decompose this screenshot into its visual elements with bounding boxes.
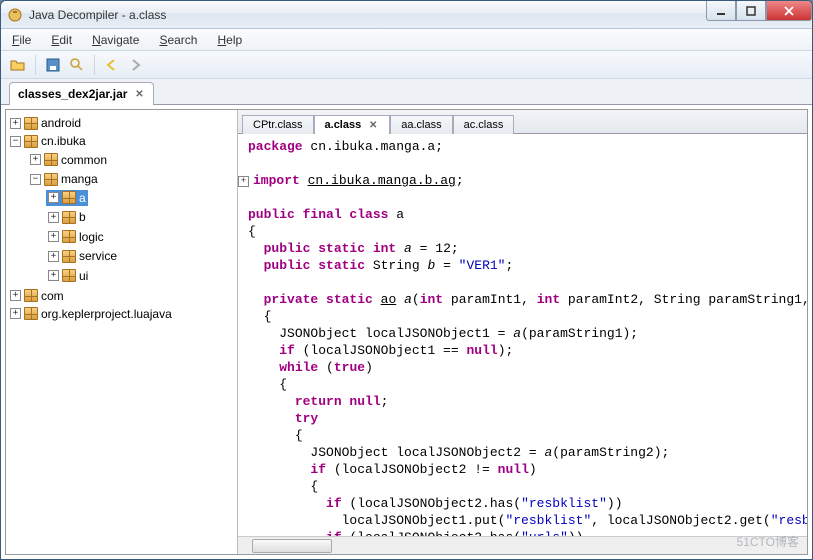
tree-node-service[interactable]: service [79,249,117,263]
window-title: Java Decompiler - a.class [29,8,806,22]
package-icon [44,173,58,186]
package-icon [62,191,76,204]
menu-navigate[interactable]: Navigate [89,31,142,49]
menubar: File Edit Navigate Search Help [1,29,812,51]
package-icon [24,117,38,130]
save-button[interactable] [42,54,64,76]
menu-edit[interactable]: Edit [48,31,75,49]
forward-button[interactable] [125,54,147,76]
menu-file[interactable]: File [9,31,34,49]
arrow-right-icon [129,59,143,71]
tab-cptr[interactable]: CPtr.class [242,115,314,134]
expander-icon[interactable]: + [30,154,41,165]
class-tabs: CPtr.class a.class✕ aa.class ac.class [238,110,807,134]
expander-icon[interactable]: + [48,251,59,262]
expander-icon[interactable]: + [10,290,21,301]
close-icon[interactable]: ✕ [367,119,379,131]
arrow-left-icon [105,59,119,71]
package-icon [44,153,58,166]
tree-node-a[interactable]: a [79,191,86,205]
tree-node-kepler[interactable]: org.keplerproject.luajava [41,307,172,321]
menu-help[interactable]: Help [214,31,245,49]
package-icon [24,289,38,302]
expander-icon[interactable]: + [48,192,59,203]
expander-icon[interactable]: − [30,174,41,185]
tree-node-common[interactable]: common [61,153,107,167]
menu-search[interactable]: Search [156,31,200,49]
scrollbar-thumb[interactable] [252,539,332,553]
file-tab-jar[interactable]: classes_dex2jar.jar ✕ [9,82,154,105]
tree-node-android[interactable]: android [41,116,81,130]
expander-icon[interactable]: + [10,308,21,319]
folder-open-icon [10,58,26,72]
disk-icon [46,58,60,72]
tree-node-manga[interactable]: manga [61,172,98,186]
tree-node-logic[interactable]: logic [79,230,104,244]
search-button[interactable] [66,54,88,76]
close-icon[interactable]: ✕ [133,88,145,100]
tree-node-ui[interactable]: ui [79,269,88,283]
package-icon [62,211,76,224]
search-icon [70,58,84,72]
app-icon [7,7,23,23]
package-icon [62,269,76,282]
file-tab-label: classes_dex2jar.jar [18,87,127,101]
titlebar[interactable]: Java Decompiler - a.class [1,1,812,29]
tab-ac[interactable]: ac.class [453,115,515,134]
package-icon [24,307,38,320]
close-button[interactable] [766,1,812,21]
maximize-button[interactable] [736,1,766,21]
tree-node-com[interactable]: com [41,289,64,303]
tab-a[interactable]: a.class✕ [314,115,391,134]
source-code[interactable]: package cn.ibuka.manga.a; +import cn.ibu… [238,134,807,536]
expander-icon[interactable]: + [48,270,59,281]
toolbar [1,51,812,79]
package-icon [62,230,76,243]
tree-node-b[interactable]: b [79,210,86,224]
tree-node-cnibuka[interactable]: cn.ibuka [41,134,86,148]
tab-aa[interactable]: aa.class [390,115,452,134]
package-icon [24,135,38,148]
package-tree[interactable]: +android −cn.ibuka +common −manga +a +b … [6,110,238,554]
expander-icon[interactable]: − [10,136,21,147]
expander-icon[interactable]: + [10,118,21,129]
package-icon [62,250,76,263]
fold-icon[interactable]: + [238,176,249,187]
horizontal-scrollbar[interactable] [238,536,807,554]
back-button[interactable] [101,54,123,76]
expander-icon[interactable]: + [48,231,59,242]
open-button[interactable] [7,54,29,76]
file-tabs: classes_dex2jar.jar ✕ [1,79,812,105]
minimize-button[interactable] [706,1,736,21]
expander-icon[interactable]: + [48,212,59,223]
